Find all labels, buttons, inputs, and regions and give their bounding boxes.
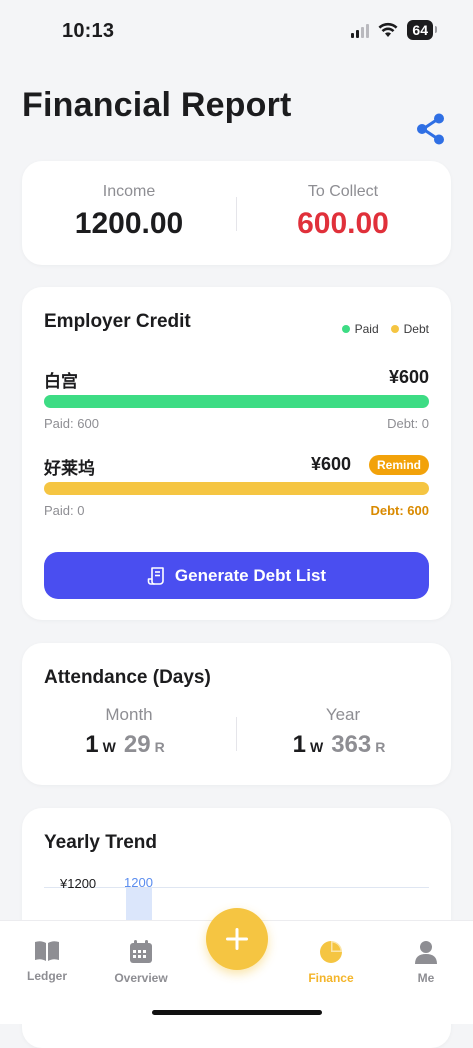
remind-button[interactable]: Remind	[368, 455, 429, 475]
attendance-card: Attendance (Days) Month 1 W 29 R Year 1 W 363…	[22, 643, 451, 785]
income-value: 1200.00	[74, 207, 184, 240]
tab-ledger[interactable]: Ledger	[7, 939, 87, 983]
status-time: 10:13	[62, 20, 115, 42]
summary-card: Income 1200.00 To Collect 600.00	[22, 161, 451, 265]
pie-chart-icon	[320, 941, 342, 963]
month-r-value: 29	[123, 731, 151, 758]
year-w-unit: W	[309, 739, 324, 755]
month-w-value: 1	[85, 731, 99, 758]
generate-debt-list-button[interactable]: Generate Debt List	[44, 552, 429, 599]
status-icons: 64	[351, 20, 437, 40]
month-value: 1 W 29 R	[22, 731, 236, 759]
employer-amount: ¥600	[388, 367, 429, 387]
credit-legend: Paid Debt	[341, 322, 429, 336]
debt-dot-icon	[390, 325, 399, 333]
chart-gridline	[44, 887, 429, 888]
income-summary: Income 1200.00	[22, 183, 236, 241]
generate-debt-list-label: Generate Debt List	[174, 565, 327, 585]
legend-paid: Paid	[341, 322, 379, 336]
collect-summary: To Collect 600.00	[236, 183, 450, 241]
share-icon[interactable]	[414, 112, 448, 146]
employer-amount: ¥600	[310, 454, 351, 474]
year-r-unit: R	[375, 739, 386, 755]
employer-name: 好莱坞	[44, 459, 95, 478]
tab-me[interactable]: Me	[386, 939, 466, 985]
employer-debt-label: Debt: 0	[387, 416, 429, 431]
legend-debt-label: Debt	[403, 322, 429, 336]
calendar-icon	[130, 940, 152, 963]
status-bar: 10:13 64	[0, 0, 473, 60]
tab-finance-label: Finance	[308, 971, 354, 985]
attendance-title: Attendance (Days)	[44, 667, 211, 688]
attendance-month: Month 1 W 29 R	[22, 705, 236, 759]
tab-finance[interactable]: Finance	[291, 939, 371, 985]
paid-fill	[44, 395, 429, 408]
paid-dot-icon	[341, 325, 350, 333]
book-icon	[35, 941, 59, 961]
chart-bar-label: 1200	[124, 875, 153, 890]
page-title: Financial Report	[22, 86, 292, 124]
wifi-icon	[378, 22, 398, 37]
tab-overview-label: Overview	[114, 971, 168, 985]
person-icon	[415, 941, 437, 964]
home-indicator	[152, 1010, 322, 1015]
employer-progress-bar	[44, 482, 429, 495]
income-label: Income	[102, 183, 156, 200]
to-collect-label: To Collect	[307, 183, 379, 200]
tab-me-label: Me	[417, 971, 435, 985]
attendance-year: Year 1 W 363 R	[236, 705, 450, 759]
battery-indicator: 64	[407, 20, 437, 40]
tab-ledger-label: Ledger	[26, 969, 67, 983]
yearly-trend-title: Yearly Trend	[44, 832, 158, 853]
to-collect-value: 600.00	[297, 207, 389, 240]
employer-name: 白宫	[44, 372, 78, 391]
employer-debt-label: Debt: 600	[370, 503, 429, 518]
employer-credit-title: Employer Credit	[44, 311, 191, 332]
legend-paid-label: Paid	[354, 322, 379, 336]
month-r-unit: R	[154, 739, 165, 755]
employer-paid-label: Paid: 600	[44, 416, 99, 431]
year-r-value: 363	[331, 731, 372, 758]
employer-paid-label: Paid: 0	[44, 503, 85, 518]
chart-y-tick: ¥1200	[60, 876, 97, 891]
year-w-value: 1	[292, 731, 306, 758]
employer-credit-card: Employer Credit Paid Debt 白宫 ¥600 Paid: …	[22, 287, 451, 620]
receipt-icon	[147, 566, 164, 585]
tab-overview[interactable]: Overview	[101, 939, 181, 985]
legend-debt: Debt	[390, 322, 429, 336]
add-entry-button[interactable]	[206, 908, 268, 970]
year-label: Year	[325, 705, 361, 724]
month-label: Month	[105, 705, 153, 724]
month-w-unit: W	[102, 739, 116, 755]
plus-icon	[226, 928, 248, 950]
year-value: 1 W 363 R	[236, 731, 450, 759]
cellular-signal-icon	[351, 22, 370, 38]
employer-progress-bar	[44, 395, 429, 408]
